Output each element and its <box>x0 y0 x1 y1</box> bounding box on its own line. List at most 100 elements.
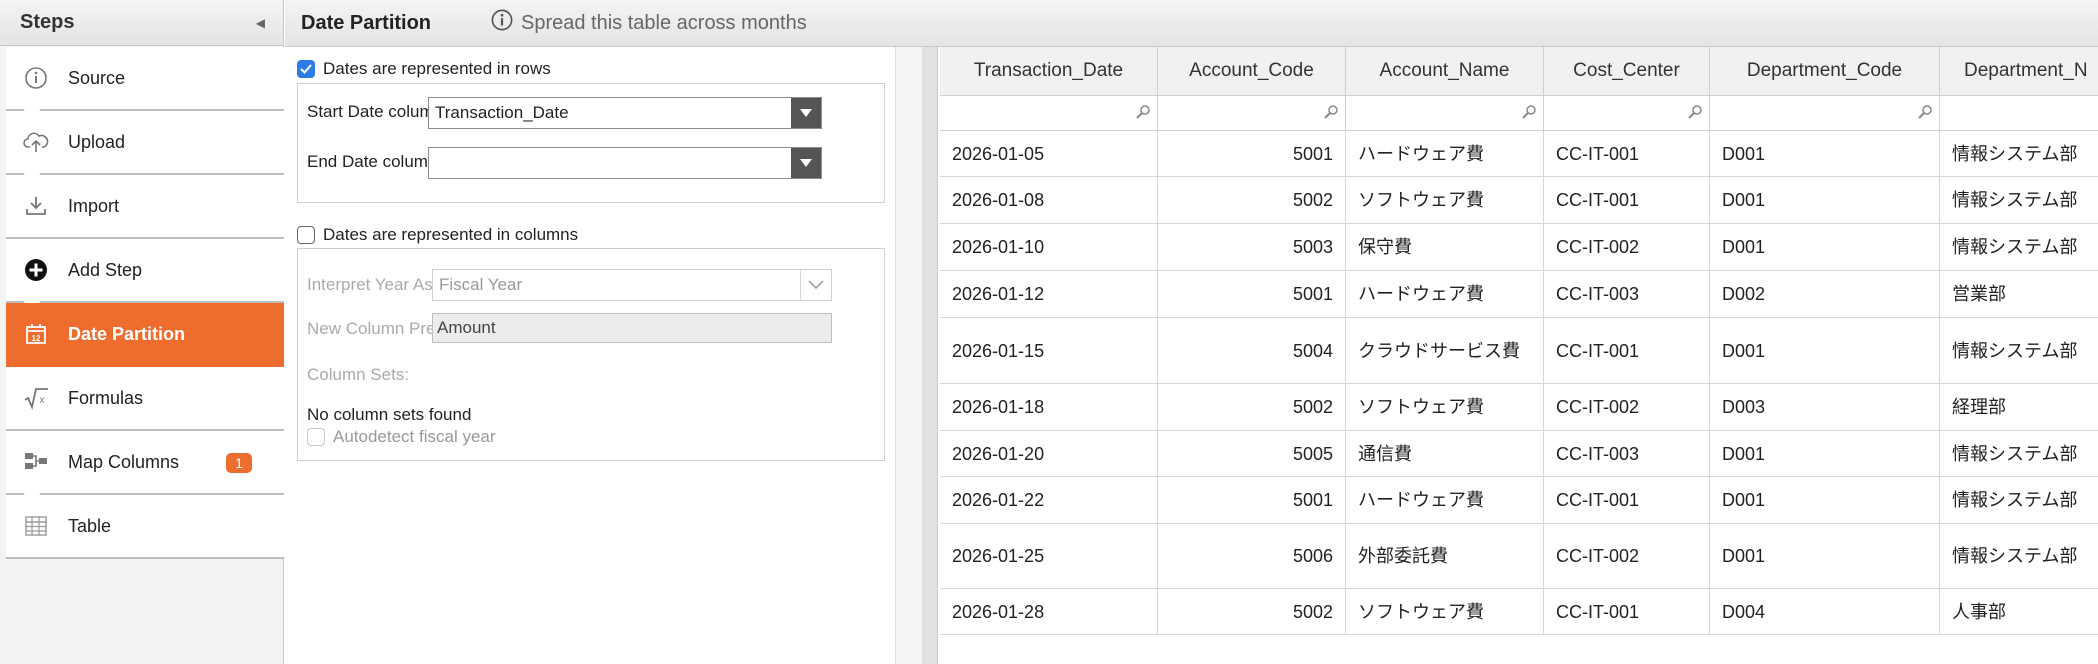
cell-date: 2026-01-28 <box>940 589 1158 634</box>
cell-date: 2026-01-05 <box>940 131 1158 176</box>
table-grid-icon <box>22 512 50 540</box>
table-row[interactable]: 2026-01-05 5001 ハードウェア費 CC-IT-001 D001 情… <box>940 131 2098 177</box>
columns-option[interactable]: Dates are represented in columns <box>297 225 578 245</box>
cell-department-code: D002 <box>1710 271 1940 317</box>
step-add-step[interactable]: Add Step <box>6 239 284 313</box>
sidebar-header: Steps ◀ <box>0 0 283 46</box>
cell-account-name: ソフトウェア費 <box>1346 589 1544 634</box>
header-hint: Spread this table across months <box>491 9 807 37</box>
step-upload[interactable]: Upload <box>6 111 284 185</box>
cell-account-code: 5002 <box>1158 589 1346 634</box>
cell-department-code: D001 <box>1710 524 1940 588</box>
cell-department-code: D001 <box>1710 477 1940 523</box>
cell-date: 2026-01-20 <box>940 431 1158 476</box>
column-prefix-input[interactable]: Amount <box>432 313 832 343</box>
collapse-sidebar-icon[interactable]: ◀ <box>256 16 265 30</box>
table-row[interactable]: 2026-01-15 5004 クラウドサービス費 CC-IT-001 D001… <box>940 318 2098 384</box>
cell-account-name: 外部委託費 <box>1346 524 1544 588</box>
step-map-columns[interactable]: Map Columns 1 <box>6 431 284 505</box>
filter-cell[interactable] <box>1544 96 1710 130</box>
column-header[interactable]: Cost_Center <box>1544 47 1710 95</box>
step-table[interactable]: Table <box>6 495 284 559</box>
step-label: Map Columns <box>68 451 180 472</box>
cell-department-code: D001 <box>1710 131 1940 176</box>
table-row[interactable]: 2026-01-20 5005 通信費 CC-IT-003 D001 情報システ… <box>940 431 2098 477</box>
step-date-partition[interactable]: 12 Date Partition <box>6 303 284 375</box>
columns-checkbox[interactable] <box>297 226 315 244</box>
cell-cost-center: CC-IT-002 <box>1544 224 1710 270</box>
autodetect-checkbox[interactable] <box>307 428 325 446</box>
table-row[interactable]: 2026-01-28 5002 ソフトウェア費 CC-IT-001 D004 人… <box>940 589 2098 635</box>
cell-account-code: 5003 <box>1158 224 1346 270</box>
cell-cost-center: CC-IT-001 <box>1544 589 1710 634</box>
cell-department-name: 情報システム部 <box>1940 524 2098 588</box>
step-label: Add Step <box>68 259 143 280</box>
table-row[interactable]: 2026-01-10 5003 保守費 CC-IT-002 D001 情報システ… <box>940 224 2098 271</box>
cell-account-name: ソフトウェア費 <box>1346 177 1544 223</box>
start-date-value: Transaction_Date <box>435 103 569 122</box>
calendar-icon: 12 <box>22 320 50 348</box>
date-partition-config: Dates are represented in rows Start Date… <box>285 47 895 664</box>
table-row[interactable]: 2026-01-18 5002 ソフトウェア費 CC-IT-002 D003 経… <box>940 384 2098 431</box>
cell-cost-center: CC-IT-001 <box>1544 131 1710 176</box>
column-header[interactable]: Account_Code <box>1158 47 1346 95</box>
cell-date: 2026-01-12 <box>940 271 1158 317</box>
columns-options-group: Interpret Year As: Fiscal Year New Colum… <box>297 248 885 461</box>
cell-account-code: 5001 <box>1158 131 1346 176</box>
checkmark-icon <box>300 64 312 74</box>
end-date-select[interactable] <box>428 147 822 179</box>
cell-cost-center: CC-IT-002 <box>1544 524 1710 588</box>
column-header[interactable]: Department_Code <box>1710 47 1940 95</box>
autodetect-label: Autodetect fiscal year <box>333 427 496 446</box>
cell-department-code: D001 <box>1710 318 1940 383</box>
step-label: Formulas <box>68 387 144 408</box>
step-import[interactable]: Import <box>6 175 284 239</box>
step-source[interactable]: Source <box>6 47 284 121</box>
cell-department-name: 営業部 <box>1940 271 2098 317</box>
chevron-down-icon[interactable] <box>791 148 821 178</box>
column-header[interactable]: Transaction_Date <box>940 47 1158 95</box>
rows-checkbox[interactable] <box>297 60 315 78</box>
map-columns-icon <box>22 448 50 476</box>
cell-account-code: 5005 <box>1158 431 1346 476</box>
hint-text: Spread this table across months <box>521 11 807 34</box>
rows-option[interactable]: Dates are represented in rows <box>297 59 551 79</box>
filter-cell[interactable] <box>1940 96 2098 130</box>
filter-cell[interactable] <box>940 96 1158 130</box>
filter-cell[interactable] <box>1346 96 1544 130</box>
cell-department-code: D003 <box>1710 384 1940 430</box>
start-date-select[interactable]: Transaction_Date <box>428 97 822 129</box>
search-icon <box>1136 105 1150 119</box>
cell-department-code: D001 <box>1710 224 1940 270</box>
rows-option-label: Dates are represented in rows <box>323 59 551 78</box>
search-icon <box>1918 105 1932 119</box>
table-row[interactable]: 2026-01-25 5006 外部委託費 CC-IT-002 D001 情報シ… <box>940 524 2098 589</box>
interpret-year-value: Fiscal Year <box>439 275 523 294</box>
filter-cell[interactable] <box>1158 96 1346 130</box>
interpret-year-select[interactable]: Fiscal Year <box>432 269 832 301</box>
cell-cost-center: CC-IT-001 <box>1544 318 1710 383</box>
column-sets-empty: No column sets found <box>307 405 472 424</box>
chevron-down-icon[interactable] <box>791 98 821 128</box>
panel-splitter[interactable] <box>923 47 938 664</box>
config-scrollbar[interactable] <box>895 47 923 664</box>
cell-department-name: 情報システム部 <box>1940 224 2098 270</box>
step-label: Upload <box>68 131 126 152</box>
data-table: Transaction_Date Account_Code Account_Na… <box>938 47 2098 664</box>
cell-date: 2026-01-10 <box>940 224 1158 270</box>
column-header[interactable]: Account_Name <box>1346 47 1544 95</box>
cell-date: 2026-01-08 <box>940 177 1158 223</box>
table-row[interactable]: 2026-01-22 5001 ハードウェア費 CC-IT-001 D001 情… <box>940 477 2098 524</box>
column-header[interactable]: Department_N <box>1940 47 2098 95</box>
chevron-down-icon[interactable] <box>800 270 831 300</box>
cloud-upload-icon <box>22 128 50 156</box>
cell-department-code: D001 <box>1710 177 1940 223</box>
table-row[interactable]: 2026-01-08 5002 ソフトウェア費 CC-IT-001 D001 情… <box>940 177 2098 224</box>
table-row[interactable]: 2026-01-12 5001 ハードウェア費 CC-IT-003 D002 営… <box>940 271 2098 318</box>
cell-account-name: ハードウェア費 <box>1346 271 1544 317</box>
autodetect-option[interactable]: Autodetect fiscal year <box>307 427 496 447</box>
step-formulas[interactable]: x Formulas <box>6 367 284 431</box>
step-label: Import <box>68 195 120 216</box>
cell-account-name: 通信費 <box>1346 431 1544 476</box>
filter-cell[interactable] <box>1710 96 1940 130</box>
